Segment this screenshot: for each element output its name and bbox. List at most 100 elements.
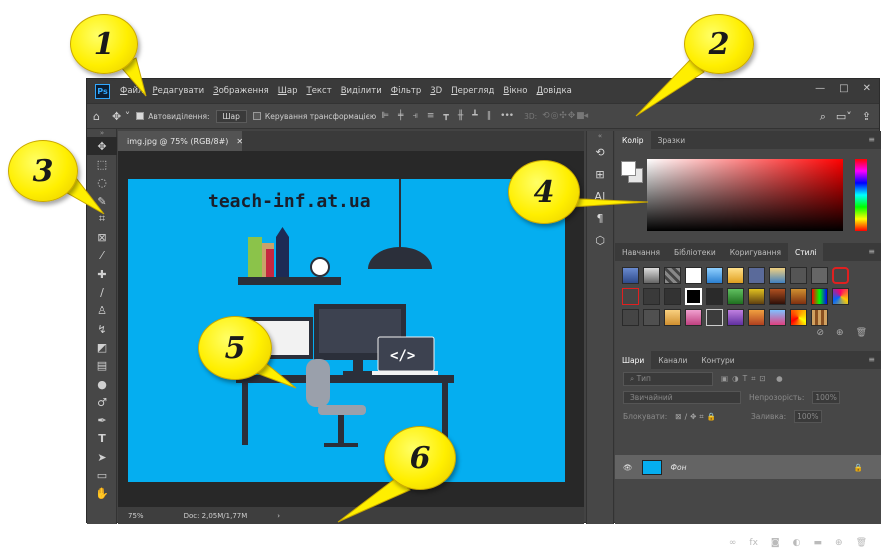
type-tool-icon[interactable]: T [87, 430, 117, 448]
tab-adjustments[interactable]: Коригування [723, 243, 788, 261]
menu-layer[interactable]: Шар [278, 86, 298, 96]
marquee-tool-icon[interactable]: ⬚ [87, 155, 117, 173]
zoom-level[interactable]: 75% [128, 512, 144, 520]
transform-controls-checkbox[interactable] [252, 112, 261, 120]
properties-panel-icon[interactable]: ⊞ [587, 163, 613, 185]
share-icon[interactable]: ⇪ [862, 110, 871, 124]
move-tool-preset-icon[interactable]: ✥ ˅ [112, 110, 130, 123]
style-swatch[interactable] [811, 267, 828, 284]
style-swatch[interactable] [769, 288, 786, 305]
new-layer-icon[interactable]: ⊕ [835, 538, 843, 548]
style-swatch[interactable] [664, 288, 681, 305]
align-center-icon[interactable]: ╪ [398, 111, 404, 121]
style-swatch[interactable] [790, 267, 807, 284]
style-swatch[interactable] [727, 288, 744, 305]
style-swatch[interactable] [769, 267, 786, 284]
brush-tool-icon[interactable]: ∕ [87, 283, 117, 301]
menu-image[interactable]: Зображення [213, 86, 269, 96]
foreground-color-swatch[interactable] [621, 161, 636, 176]
status-menu-arrow-icon[interactable]: › [277, 512, 280, 520]
style-swatch[interactable] [832, 288, 849, 305]
style-swatch[interactable] [664, 309, 681, 326]
style-swatch[interactable] [832, 267, 849, 284]
close-button[interactable]: ✕ [863, 83, 871, 94]
healing-brush-tool-icon[interactable]: ✚ [87, 265, 117, 283]
visibility-eye-icon[interactable]: 👁 [623, 463, 633, 472]
align-right-icon[interactable]: ⫣ [412, 111, 418, 121]
style-swatch[interactable] [622, 267, 639, 284]
style-swatch[interactable] [748, 309, 765, 326]
close-document-icon[interactable]: ✕ [236, 137, 243, 146]
delete-layer-icon[interactable]: 🗑 [856, 538, 867, 548]
maximize-button[interactable]: □ [839, 83, 848, 94]
style-swatch[interactable] [811, 309, 828, 326]
blend-mode-select[interactable]: Звичайний [623, 391, 741, 404]
panel-menu-icon[interactable]: ≡ [868, 135, 875, 144]
lasso-tool-icon[interactable]: ◌ [87, 174, 117, 192]
style-swatch[interactable] [643, 267, 660, 284]
fx-icon[interactable]: fx [749, 538, 758, 548]
tab-styles[interactable]: Стилі [788, 243, 824, 261]
document-canvas[interactable]: teach-inf.at.ua </> [128, 179, 565, 482]
menu-edit[interactable]: Редагувати [153, 86, 205, 96]
frame-tool-icon[interactable]: ⊠ [87, 228, 117, 246]
align-left-icon[interactable]: ⊫ [381, 111, 389, 121]
character-panel-icon[interactable]: A| [587, 185, 613, 207]
auto-select-dropdown[interactable]: Шар [215, 109, 247, 123]
style-swatch[interactable] [790, 288, 807, 305]
style-swatch[interactable] [727, 267, 744, 284]
fill-input[interactable]: 100% [794, 410, 822, 423]
style-swatch[interactable] [769, 309, 786, 326]
adjustment-layer-icon[interactable]: ◐ [793, 538, 801, 548]
auto-select-checkbox[interactable] [136, 112, 145, 120]
home-icon[interactable]: ⌂ [93, 110, 100, 123]
clone-stamp-tool-icon[interactable]: ♙ [87, 302, 117, 320]
clear-style-icon[interactable]: ⊘ [816, 328, 824, 338]
style-swatch[interactable] [622, 309, 639, 326]
link-layers-icon[interactable]: ∞ [729, 538, 737, 548]
style-swatch[interactable] [643, 309, 660, 326]
hue-slider[interactable] [855, 159, 867, 231]
align-middle-icon[interactable]: ╫ [458, 111, 464, 121]
path-select-tool-icon[interactable]: ➤ [87, 448, 117, 466]
style-swatch[interactable] [622, 288, 639, 305]
new-group-icon[interactable]: ▬ [814, 538, 823, 548]
more-options-icon[interactable]: ••• [500, 111, 514, 121]
style-swatch[interactable] [706, 267, 723, 284]
style-swatch[interactable] [727, 309, 744, 326]
style-swatch[interactable] [811, 288, 828, 305]
document-tab[interactable]: img.jpg @ 75% (RGB/8#) ✕ [118, 131, 243, 151]
tab-swatches[interactable]: Зразки [651, 131, 693, 149]
align-top-icon[interactable]: ┳ [443, 111, 449, 121]
layer-filter-icons[interactable]: ▣◑T⌗⊡ ● [721, 374, 787, 384]
new-style-icon[interactable]: ⊕ [836, 328, 844, 338]
history-brush-tool-icon[interactable]: ↯ [87, 320, 117, 338]
delete-style-icon[interactable]: 🗑 [856, 328, 867, 338]
distribute-vertical-icon[interactable]: ∥ [487, 111, 491, 121]
history-panel-icon[interactable]: ⟲ [587, 141, 613, 163]
move-tool-icon[interactable]: ✥ [87, 137, 117, 156]
gradient-tool-icon[interactable]: ▤ [87, 357, 117, 375]
menu-help[interactable]: Довідка [536, 86, 571, 96]
tab-channels[interactable]: Канали [651, 351, 694, 369]
hand-tool-icon[interactable]: ✋ [87, 485, 117, 503]
search-icon[interactable]: ⌕ [820, 110, 826, 124]
menu-type[interactable]: Текст [306, 86, 331, 96]
workspace-icon[interactable]: ▭˅ [836, 110, 852, 124]
toolbar-collapse-icon[interactable]: » [87, 129, 117, 137]
strip-collapse-icon[interactable]: « [587, 131, 613, 141]
style-swatch[interactable] [790, 309, 807, 326]
tab-paths[interactable]: Контури [694, 351, 741, 369]
layer-row[interactable]: 👁 Фон 🔒 [615, 455, 881, 479]
eyedropper-tool-icon[interactable]: ⁄ [87, 247, 117, 265]
tab-layers[interactable]: Шари [615, 351, 652, 369]
minimize-button[interactable]: — [815, 83, 825, 94]
tab-color[interactable]: Колір [615, 131, 651, 149]
eraser-tool-icon[interactable]: ◩ [87, 338, 117, 356]
layer-filter-select[interactable]: ⌕ Тип [623, 371, 713, 386]
opacity-input[interactable]: 100% [812, 391, 840, 404]
tab-learn[interactable]: Навчання [615, 243, 667, 261]
menu-filter[interactable]: Фільтр [391, 86, 421, 96]
tab-libraries[interactable]: Бібліотеки [667, 243, 723, 261]
style-swatch[interactable] [685, 288, 702, 305]
